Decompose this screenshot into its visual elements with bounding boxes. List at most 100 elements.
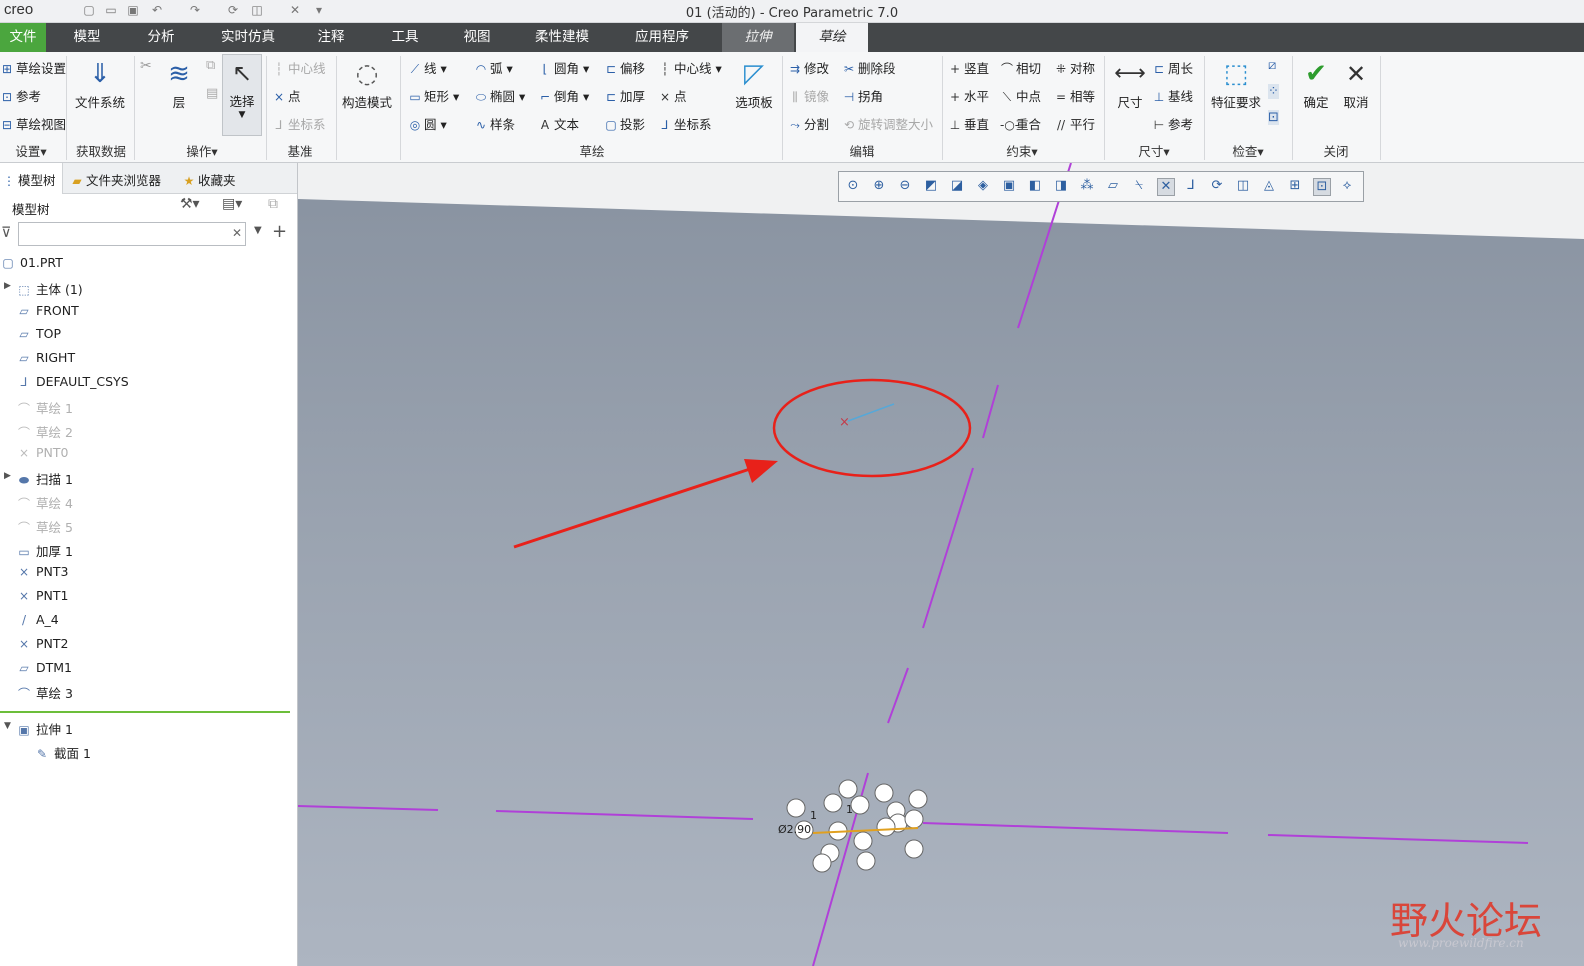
- coincident-constraint-button[interactable]: -○-重合: [1000, 114, 1041, 133]
- new-file-icon[interactable]: ▢: [82, 3, 96, 17]
- datum-csys-button[interactable]: ⅃ 坐标系: [272, 114, 326, 133]
- delete-segment-button[interactable]: ✂ 删除段: [842, 58, 896, 77]
- palette-button[interactable]: ◸ 选项板: [732, 56, 776, 111]
- graphics-viewport[interactable]: × 1 1 Ø2.90: [298, 163, 1584, 966]
- zoom-in-icon[interactable]: ⊕: [871, 178, 887, 194]
- tangent-constraint-button[interactable]: ⌒ 相切: [1000, 58, 1041, 77]
- windows-icon[interactable]: ◫: [250, 3, 264, 17]
- thicken-button[interactable]: ⊏ 加厚: [604, 86, 645, 105]
- modify-button[interactable]: ⇉ 修改: [788, 58, 829, 77]
- tree-item[interactable]: ⌒ 草绘 5: [16, 517, 73, 536]
- tree-item[interactable]: ▶ ⬬ 扫描 1: [4, 469, 73, 488]
- tree-item[interactable]: ⅃ DEFAULT_CSYS: [16, 374, 129, 389]
- undo-icon[interactable]: ↶: [150, 3, 164, 17]
- tree-columns-icon[interactable]: ▤▾: [222, 196, 242, 212]
- tree-item[interactable]: × PNT1: [16, 588, 69, 603]
- tree-item[interactable]: ⌒ 草绘 2: [16, 422, 73, 441]
- annotation-display-icon[interactable]: ◨: [1053, 178, 1069, 194]
- tree-item[interactable]: ▱ TOP: [16, 326, 61, 341]
- perspective-icon[interactable]: ◧: [1027, 178, 1043, 194]
- tree-item[interactable]: × PNT2: [16, 636, 69, 651]
- close-window-icon[interactable]: ✕: [288, 3, 302, 17]
- tab-model-tree[interactable]: ⋮ 模型树: [2, 170, 56, 189]
- sketch-csys-button[interactable]: ⅃ 坐标系: [658, 114, 712, 133]
- select-button[interactable]: ↖ 选择 ▼: [222, 54, 262, 136]
- tree-item[interactable]: ⌒ 草绘 1: [16, 398, 73, 417]
- tab-view[interactable]: 视图: [446, 23, 508, 52]
- repaint-icon[interactable]: ◩: [923, 178, 939, 194]
- project-button[interactable]: ▢ 投影: [604, 114, 645, 133]
- tree-item[interactable]: ⌒ 草绘 3: [16, 683, 73, 702]
- tree-settings-icon[interactable]: ⚒▾: [180, 196, 200, 212]
- constraint-display-icon[interactable]: ⊡: [1313, 178, 1331, 196]
- rotate-resize-button[interactable]: ⟲ 旋转调整大小: [842, 114, 933, 133]
- saved-orientations-icon[interactable]: ◈: [975, 178, 991, 194]
- dimension-button[interactable]: ⟷ 尺寸: [1110, 56, 1150, 111]
- text-button[interactable]: A 文本: [538, 114, 579, 133]
- inspect-group-label[interactable]: 检查▾: [1206, 141, 1290, 160]
- tree-item[interactable]: × PNT3: [16, 564, 69, 579]
- dimension-group-label[interactable]: 尺寸▾: [1106, 141, 1202, 160]
- copy-icon[interactable]: ⧉: [206, 58, 215, 73]
- insert-tree-item[interactable]: ✎ 截面 1: [34, 743, 91, 762]
- search-dropdown-icon[interactable]: ▼: [254, 225, 262, 236]
- dimension-label[interactable]: 1: [810, 809, 817, 822]
- zoom-out-icon[interactable]: ⊖: [897, 178, 913, 194]
- circle-button[interactable]: ◎ 圆 ▾: [408, 114, 447, 133]
- line-button[interactable]: ⟋ 线 ▾: [408, 58, 447, 77]
- diameter-dimension-label[interactable]: Ø2.90: [778, 823, 811, 836]
- tree-item[interactable]: ▱ DTM1: [16, 660, 72, 675]
- tree-item[interactable]: ▢ 01.PRT: [0, 255, 63, 270]
- feature-requirements-button[interactable]: ⬚ 特征要求: [1208, 56, 1264, 111]
- tree-item[interactable]: ▭ 加厚 1: [16, 541, 73, 560]
- point-display-icon[interactable]: ⍀: [1131, 178, 1147, 194]
- sketch-view-icon[interactable]: ⅃: [1183, 178, 1199, 194]
- symmetric-constraint-button[interactable]: ⁜ 对称: [1054, 58, 1095, 77]
- dimension-display-icon[interactable]: ⊞: [1287, 178, 1303, 194]
- insert-tree-item[interactable]: ▼ ▣ 拉伸 1: [4, 719, 73, 738]
- tree-item[interactable]: ▱ FRONT: [16, 303, 78, 318]
- save-icon[interactable]: ▣: [126, 3, 140, 17]
- mirror-button[interactable]: ⫼ 镜像: [788, 86, 829, 105]
- tree-item[interactable]: × PNT0: [16, 445, 69, 460]
- midpoint-constraint-button[interactable]: ⟍ 中点: [1000, 86, 1041, 105]
- references-button[interactable]: ⊡ 参考: [0, 86, 41, 105]
- tab-folder-browser[interactable]: ▰ 文件夹浏览器: [70, 170, 161, 189]
- cut-icon[interactable]: ✂: [140, 58, 152, 74]
- tab-sketch[interactable]: 草绘: [796, 23, 868, 52]
- reference-dimension-button[interactable]: ⊢ 参考: [1152, 114, 1193, 133]
- sketch-view-button[interactable]: ⊟ 草绘视图: [0, 114, 66, 133]
- expand-arrow-icon[interactable]: ▶: [4, 281, 11, 291]
- tab-favorites[interactable]: ★ 收藏夹: [182, 170, 236, 189]
- ellipse-button[interactable]: ⬭ 椭圆 ▾: [474, 86, 525, 105]
- sketch-point-marker[interactable]: ×: [839, 415, 850, 430]
- layer-button[interactable]: ≋ 层: [158, 56, 200, 111]
- dimension-label[interactable]: 1: [846, 803, 853, 816]
- sketch-setup-button[interactable]: ⊞ 草绘设置: [0, 58, 66, 77]
- file-system-button[interactable]: ⇓ 文件系统: [72, 56, 128, 111]
- offset-button[interactable]: ⊏ 偏移: [604, 58, 645, 77]
- tree-search-input[interactable]: [18, 222, 246, 246]
- sketch-entity-line[interactable]: [847, 403, 895, 422]
- datum-point-button[interactable]: × 点: [272, 86, 301, 105]
- tree-item[interactable]: ⌒ 草绘 4: [16, 493, 73, 512]
- collapse-arrow-icon[interactable]: ▼: [4, 721, 11, 731]
- tab-extrude[interactable]: 拉伸: [722, 23, 794, 52]
- tab-tools[interactable]: 工具: [374, 23, 436, 52]
- corner-button[interactable]: ⊣ 拐角: [842, 86, 883, 105]
- tab-applications[interactable]: 应用程序: [620, 23, 704, 52]
- baseline-button[interactable]: ⊥ 基线: [1152, 86, 1193, 105]
- view-manager-icon[interactable]: ▣: [1001, 178, 1017, 194]
- regenerate-icon[interactable]: ⟳: [226, 3, 240, 17]
- refit-icon[interactable]: ⊙: [845, 178, 861, 194]
- sketch-centerline-button[interactable]: ┆ 中心线 ▾: [658, 58, 721, 77]
- construction-mode-button[interactable]: ◌ 构造模式: [340, 56, 394, 111]
- divide-button[interactable]: ⤳ 分割: [788, 114, 829, 133]
- datum-centerline-button[interactable]: ┆ 中心线: [272, 58, 325, 77]
- tab-file[interactable]: 文件: [0, 23, 46, 52]
- perpendicular-constraint-button[interactable]: ⊥ 垂直: [948, 114, 989, 133]
- plane-display-icon[interactable]: ⁂: [1079, 178, 1095, 194]
- display-style-icon[interactable]: ◪: [949, 178, 965, 194]
- customize-toolbar-icon[interactable]: ▾: [312, 3, 326, 17]
- tree-item[interactable]: ▶ ⬚ 主体 (1): [4, 279, 83, 298]
